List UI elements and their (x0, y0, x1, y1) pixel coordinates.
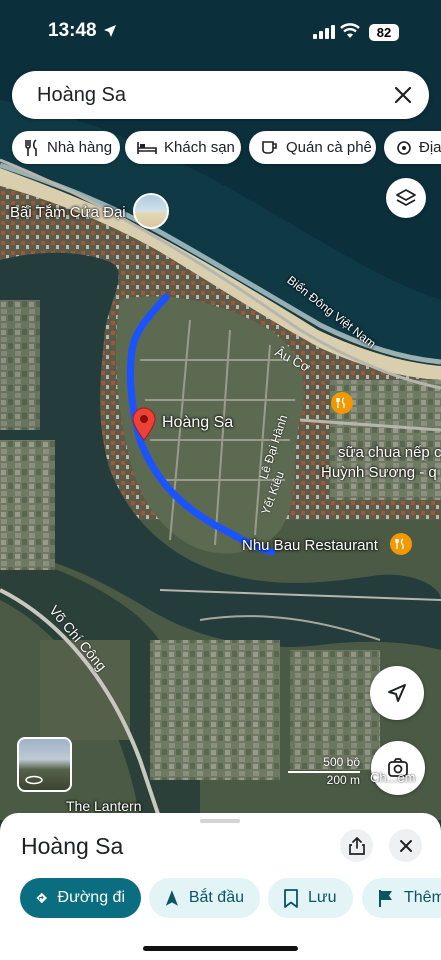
chip-restaurants[interactable]: Nhà hàng (12, 131, 120, 164)
directions-icon (36, 892, 48, 904)
clock: 13:48 (48, 20, 97, 41)
wifi-icon (340, 23, 360, 38)
fork-knife-icon (25, 138, 37, 156)
yogurt-shop-label-line2[interactable]: Huỳnh Sương - q (321, 464, 437, 481)
chip-hotels[interactable]: Khách sạn (125, 131, 241, 164)
status-bar: 13:48 82 (0, 0, 441, 62)
coffee-cup-icon (262, 140, 277, 154)
save-label: Lưu (308, 889, 337, 906)
search-query[interactable]: Hoàng Sa (37, 84, 126, 107)
chip-label: Địa (419, 139, 441, 156)
more-label: Thêm (404, 889, 441, 906)
start-label: Bắt đầu (188, 889, 244, 906)
bookmark-icon (284, 888, 298, 908)
share-icon (348, 836, 365, 855)
close-icon[interactable] (393, 85, 413, 105)
lantern-label[interactable]: The Lantern (66, 798, 142, 814)
directions-button[interactable]: Đường đi (20, 878, 141, 918)
share-button[interactable] (340, 829, 373, 862)
search-bar[interactable]: Hoàng Sa (12, 71, 429, 119)
fork-knife-icon (336, 397, 345, 408)
my-location-button[interactable] (370, 666, 424, 720)
map-scale: 500 bộ 200 m (288, 755, 360, 787)
more-button[interactable]: Thêm (362, 878, 441, 918)
place-bottom-sheet[interactable]: Hoàng Sa Đường đi Bắt đầu Lưu Thêm (0, 813, 441, 960)
save-button[interactable]: Lưu (268, 878, 353, 918)
flag-icon (379, 889, 392, 907)
sheet-drag-handle[interactable] (200, 819, 240, 823)
fork-knife-icon (395, 538, 404, 549)
layers-icon (396, 189, 416, 206)
landmark-icon (397, 140, 411, 155)
selected-place-label[interactable]: Hoàng Sa (162, 414, 233, 432)
street-view-icon (25, 775, 43, 785)
chip-attractions[interactable]: Địa (384, 131, 441, 164)
cellular-signal-icon (313, 25, 335, 39)
layers-button[interactable] (386, 178, 426, 218)
place-title: Hoàng Sa (21, 833, 124, 859)
chip-label: Khách sạn (164, 139, 235, 156)
chip-label: Quán cà phê (286, 139, 372, 156)
close-icon (399, 839, 412, 852)
beach-photo-thumbnail[interactable] (133, 193, 169, 229)
location-pin-icon[interactable] (131, 407, 157, 441)
beach-label[interactable]: Bãi Tắm Cửa Đại (10, 204, 126, 221)
street-view-thumbnail[interactable] (17, 737, 72, 792)
lens-button[interactable] (371, 741, 425, 795)
navigation-arrow-icon (388, 684, 406, 702)
lens-label[interactable]: Ch...em (370, 770, 416, 785)
start-button[interactable]: Bắt đầu (149, 878, 260, 918)
close-sheet-button[interactable] (389, 829, 422, 862)
yogurt-shop-label[interactable]: sữa chua nếp c (338, 444, 441, 461)
battery-indicator: 82 (369, 24, 399, 41)
scale-metric: 200 m (326, 773, 360, 787)
restaurant-pin[interactable] (331, 392, 353, 414)
location-arrow-icon (104, 25, 116, 37)
home-indicator (143, 946, 298, 951)
restaurant-label[interactable]: Nhu Bau Restaurant (242, 537, 378, 554)
scale-imperial: 500 bộ (323, 755, 360, 769)
restaurant-pin[interactable] (390, 533, 412, 555)
bed-icon (137, 141, 157, 154)
chip-label: Nhà hàng (47, 139, 113, 156)
chip-cafes[interactable]: Quán cà phê (249, 131, 376, 164)
navigation-arrow-icon (165, 890, 178, 906)
directions-label: Đường đi (57, 889, 125, 906)
